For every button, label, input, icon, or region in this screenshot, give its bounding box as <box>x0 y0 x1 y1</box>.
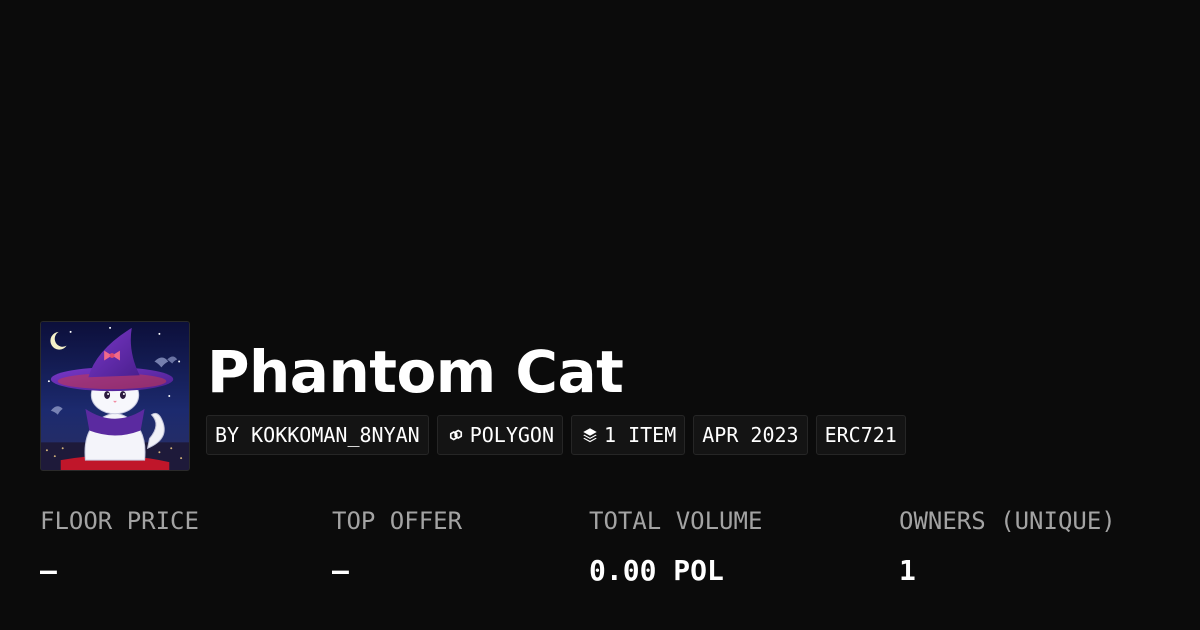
creator-tag[interactable]: BY KOKKOMAN_8NYAN <box>206 415 429 455</box>
collection-avatar <box>40 321 190 471</box>
stat-label: OWNERS (UNIQUE) <box>899 507 1116 535</box>
stat-value: — <box>40 554 57 587</box>
chain-tag[interactable]: POLYGON <box>436 415 563 455</box>
stat-label: FLOOR PRICE <box>40 507 199 535</box>
stat-total-volume: TOTAL VOLUME 0.00 POL <box>589 503 762 591</box>
stat-value: — <box>332 554 349 587</box>
polygon-icon <box>446 425 466 445</box>
items-label: 1 ITEM <box>604 423 677 447</box>
date-label: APR 2023 <box>702 423 799 447</box>
date-tag: APR 2023 <box>693 415 808 455</box>
stat-owners: OWNERS (UNIQUE) 1 <box>899 503 1116 591</box>
stat-top-offer: TOP OFFER — <box>332 503 462 591</box>
stat-value: 0.00 POL <box>589 554 724 587</box>
collection-tags: BY KOKKOMAN_8NYAN POLYGON 1 ITEM APR 202… <box>206 415 906 455</box>
layers-icon <box>580 425 600 445</box>
standard-label: ERC721 <box>824 423 897 447</box>
collection-title: Phantom Cat <box>207 338 624 406</box>
standard-tag: ERC721 <box>815 415 906 455</box>
stat-label: TOTAL VOLUME <box>589 507 763 535</box>
stat-label: TOP OFFER <box>332 507 463 535</box>
stat-floor-price: FLOOR PRICE — <box>40 503 199 591</box>
creator-label: BY KOKKOMAN_8NYAN <box>215 423 420 447</box>
chain-label: POLYGON <box>469 423 554 447</box>
stat-value: 1 <box>899 554 916 587</box>
items-tag[interactable]: 1 ITEM <box>571 415 686 455</box>
